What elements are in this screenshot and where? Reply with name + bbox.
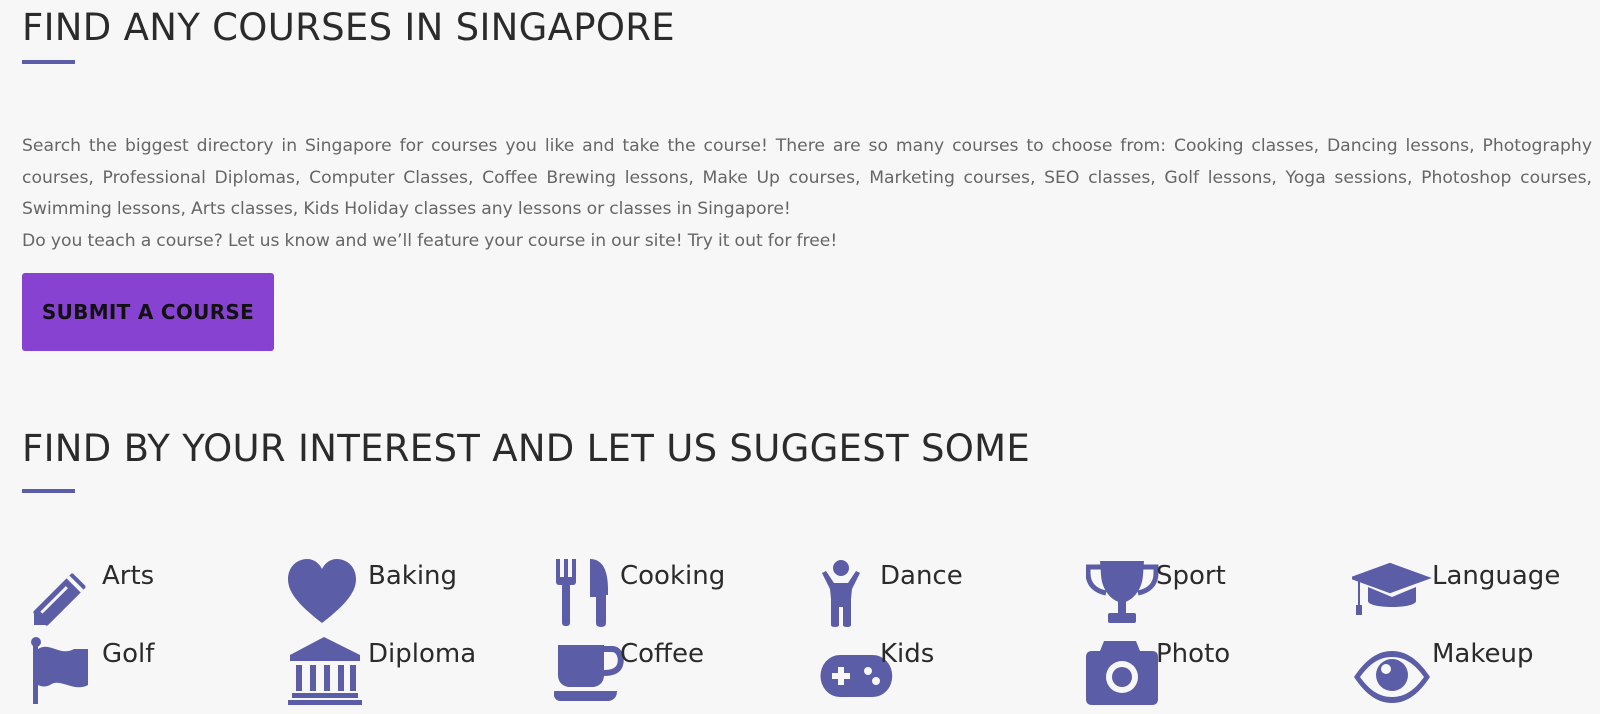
category-label: Cooking: [620, 561, 726, 591]
submit-course-button[interactable]: SUBMIT A COURSE: [22, 273, 274, 351]
category-label: Kids: [880, 639, 935, 669]
category-makeup[interactable]: Makeup: [1352, 637, 1600, 709]
intro-text: Search the biggest directory in Singapor…: [22, 131, 1592, 257]
category-photo[interactable]: Photo: [1086, 637, 1346, 709]
category-label: Language: [1432, 561, 1561, 591]
category-golf[interactable]: Golf: [22, 637, 282, 709]
interest-title-underline: [22, 489, 75, 493]
category-label: Photo: [1156, 639, 1231, 669]
category-label: Makeup: [1432, 639, 1534, 669]
institution-icon: [288, 637, 368, 709]
category-label: Golf: [102, 639, 155, 669]
eye-icon: [1352, 637, 1432, 709]
category-cooking[interactable]: Cooking: [554, 559, 814, 631]
flag-icon: [22, 637, 102, 709]
heart-icon: [288, 559, 368, 631]
trophy-icon: [1086, 559, 1166, 631]
category-language[interactable]: Language: [1352, 559, 1600, 631]
category-label: Coffee: [620, 639, 704, 669]
category-diploma[interactable]: Diploma: [288, 637, 548, 709]
graduation-cap-icon: [1352, 559, 1432, 631]
title-underline: [22, 60, 75, 64]
category-label: Dance: [880, 561, 963, 591]
category-kids[interactable]: Kids: [820, 637, 1080, 709]
category-arts[interactable]: Arts: [22, 559, 282, 631]
intro-paragraph: Search the biggest directory in Singapor…: [22, 136, 1592, 219]
category-baking[interactable]: Baking: [288, 559, 548, 631]
camera-icon: [1086, 637, 1166, 709]
teach-paragraph: Do you teach a course? Let us know and w…: [22, 230, 838, 251]
category-coffee[interactable]: Coffee: [554, 637, 814, 709]
pencil-icon: [22, 559, 102, 631]
interest-section-title: FIND BY YOUR INTEREST AND LET US SUGGEST…: [22, 427, 1031, 470]
page-title: FIND ANY COURSES IN SINGAPORE: [22, 6, 675, 49]
category-label: Diploma: [368, 639, 477, 669]
category-label: Arts: [102, 561, 155, 591]
category-dance[interactable]: Dance: [820, 559, 1080, 631]
category-label: Baking: [368, 561, 458, 591]
category-label: Sport: [1156, 561, 1226, 591]
category-sport[interactable]: Sport: [1086, 559, 1346, 631]
